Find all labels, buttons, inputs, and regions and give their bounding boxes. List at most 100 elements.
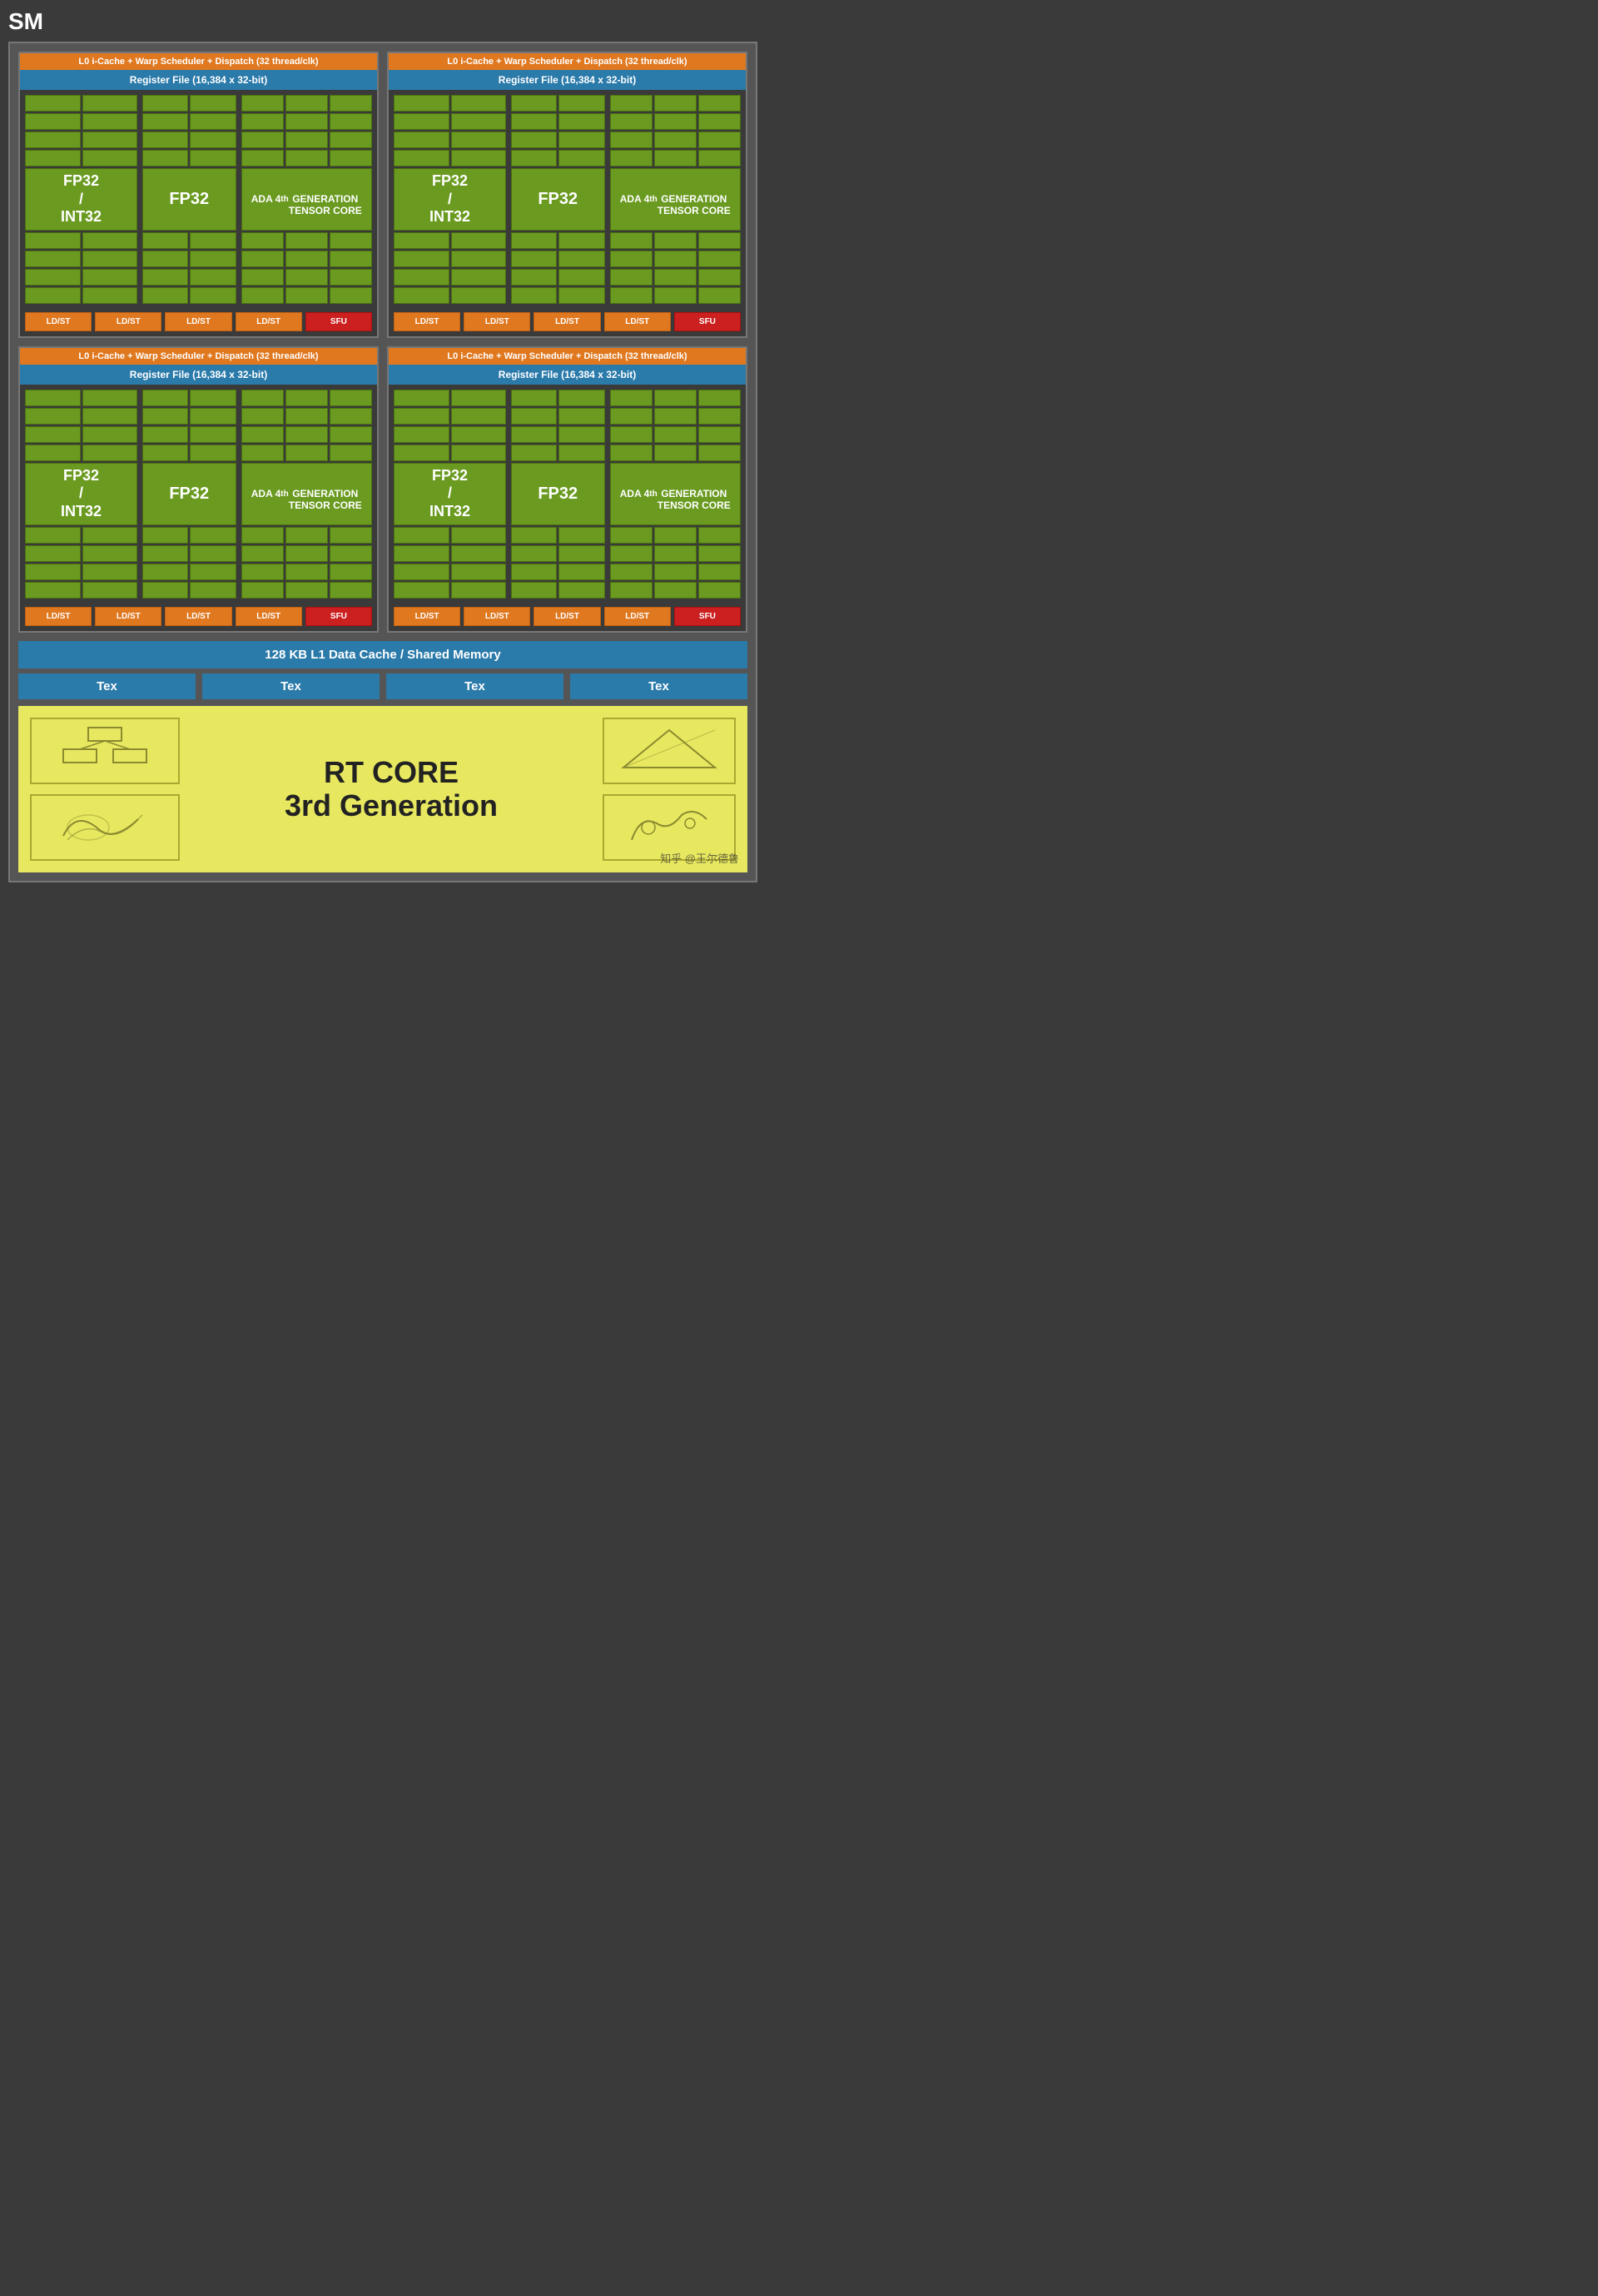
- cell: [558, 545, 604, 562]
- cell: [451, 408, 507, 425]
- cell: [142, 527, 188, 544]
- cell: [451, 426, 507, 443]
- cell: [511, 232, 557, 249]
- cell: [25, 527, 81, 544]
- sfu-1: SFU: [305, 312, 372, 331]
- cell: [511, 426, 557, 443]
- ldst-12: LD/ST: [236, 607, 302, 626]
- cell: [190, 582, 236, 599]
- fp32-int32-grid-2: [394, 95, 506, 166]
- ldst-13: LD/ST: [394, 607, 460, 626]
- cell: [610, 287, 653, 304]
- cell: [25, 251, 81, 267]
- cell: [241, 132, 284, 148]
- cell: [654, 251, 697, 267]
- cell: [610, 564, 653, 580]
- cell: [285, 287, 328, 304]
- tensor-label-4: ADA 4thGENERATIONTENSOR CORE: [610, 463, 742, 525]
- cell: [394, 232, 449, 249]
- cell: [394, 545, 449, 562]
- cell: [190, 132, 236, 148]
- fp32-label-1: FP32: [142, 168, 236, 231]
- cell: [451, 527, 507, 544]
- tensor-col-4: ADA 4thGENERATIONTENSOR CORE: [610, 390, 742, 599]
- cell: [394, 95, 449, 112]
- watermark: 知乎 @王尔德鲁: [660, 850, 739, 866]
- cell: [394, 251, 449, 267]
- cell: [241, 287, 284, 304]
- cell: [285, 408, 328, 425]
- cell: [330, 150, 372, 166]
- cell: [511, 390, 557, 406]
- cell: [330, 564, 372, 580]
- ldst-16: LD/ST: [604, 607, 671, 626]
- cell: [142, 251, 188, 267]
- sfu-4: SFU: [674, 607, 741, 626]
- cell: [190, 445, 236, 461]
- cell: [610, 232, 653, 249]
- cell: [241, 582, 284, 599]
- cell: [511, 132, 557, 148]
- cell: [654, 287, 697, 304]
- tensor-label-3: ADA 4thGENERATIONTENSOR CORE: [241, 463, 373, 525]
- register-file-bar-3: Register File (16,384 x 32-bit): [20, 365, 377, 385]
- rt-core-title: RT CORE 3rd Generation: [180, 756, 603, 822]
- cell: [698, 287, 741, 304]
- ldst-1: LD/ST: [25, 312, 92, 331]
- bvh-diagram: [30, 718, 180, 784]
- tex-box-1: Tex: [18, 673, 196, 699]
- cores-area-1: FP32/INT32 FP32: [20, 90, 377, 309]
- fp32-col-4: FP32: [511, 390, 605, 599]
- cell: [394, 390, 449, 406]
- cell: [25, 545, 81, 562]
- cell: [511, 251, 557, 267]
- cell: [451, 582, 507, 599]
- cell: [285, 582, 328, 599]
- cell: [511, 564, 557, 580]
- fp32-grid-3: [142, 390, 236, 461]
- fp32-col-2: FP32: [511, 95, 605, 304]
- cell: [698, 527, 741, 544]
- rt-left-diagrams: [30, 718, 180, 861]
- shader-diagram: [30, 794, 180, 861]
- tensor-grid-4b: [610, 527, 742, 599]
- fp32-int32-grid-2b: [394, 232, 506, 304]
- cell: [511, 287, 557, 304]
- cell: [330, 390, 372, 406]
- processor-block-3: L0 i-Cache + Warp Scheduler + Dispatch (…: [18, 346, 379, 633]
- cell: [610, 113, 653, 130]
- cell: [330, 445, 372, 461]
- cell: [558, 527, 604, 544]
- cell: [654, 150, 697, 166]
- cell: [698, 150, 741, 166]
- cell: [330, 426, 372, 443]
- cell: [142, 408, 188, 425]
- bottom-row-4: LD/ST LD/ST LD/ST LD/ST SFU: [389, 604, 746, 631]
- cell: [190, 408, 236, 425]
- cell: [190, 545, 236, 562]
- cell: [451, 113, 507, 130]
- cell: [241, 445, 284, 461]
- cores-area-3: FP32/INT32 FP32: [20, 385, 377, 604]
- cell: [82, 251, 138, 267]
- cell: [285, 113, 328, 130]
- cell: [394, 150, 449, 166]
- fp32-int32-grid-1b: [25, 232, 137, 304]
- cell: [82, 287, 138, 304]
- processors-grid: L0 i-Cache + Warp Scheduler + Dispatch (…: [18, 52, 747, 633]
- cell: [698, 95, 741, 112]
- cell: [25, 408, 81, 425]
- cell: [142, 287, 188, 304]
- ldst-6: LD/ST: [464, 312, 530, 331]
- bottom-row-1: LD/ST LD/ST LD/ST LD/ST SFU: [20, 309, 377, 336]
- rt-core-title-line2: 3rd Generation: [285, 788, 498, 822]
- fp32-int32-label-2: FP32/INT32: [394, 168, 506, 231]
- fp32-grid-1: [142, 95, 236, 166]
- cell: [654, 390, 697, 406]
- ldst-7: LD/ST: [533, 312, 600, 331]
- cell: [25, 582, 81, 599]
- shader-svg: [47, 803, 163, 852]
- cell: [610, 390, 653, 406]
- cell: [142, 232, 188, 249]
- tensor-col-3: ADA 4thGENERATIONTENSOR CORE: [241, 390, 373, 599]
